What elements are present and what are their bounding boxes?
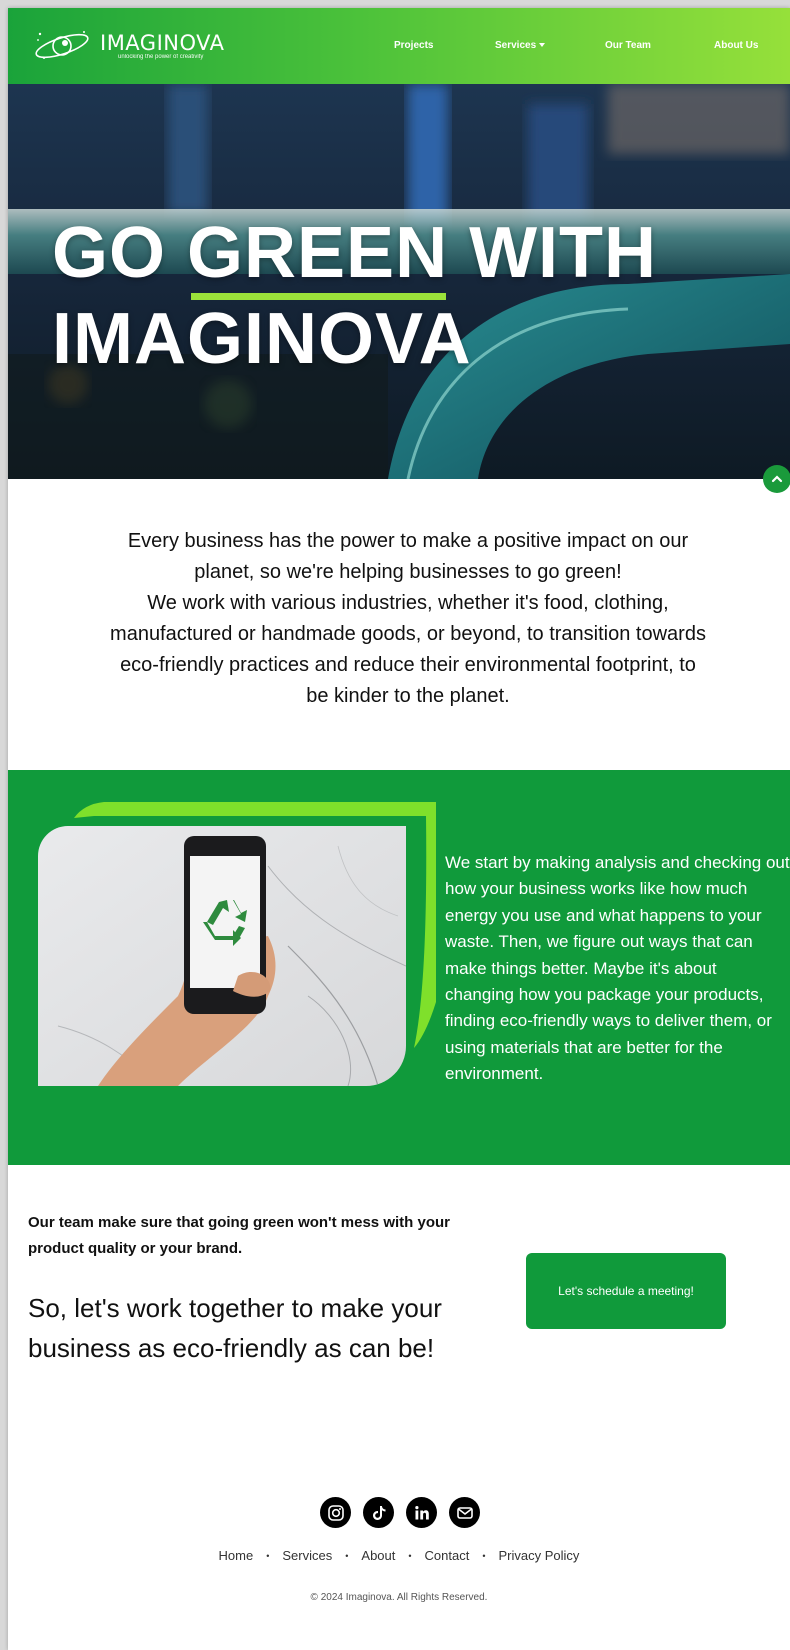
- hero-title-go: GO: [52, 213, 188, 293]
- logo[interactable]: IMAGINOVA unlocking the power of creativ…: [32, 26, 225, 66]
- footer-link-home[interactable]: Home: [219, 1548, 254, 1563]
- footer-separator: •: [482, 1550, 486, 1561]
- instagram-icon[interactable]: [320, 1497, 351, 1528]
- site-header: IMAGINOVA unlocking the power of creativ…: [8, 8, 790, 84]
- phone-image: [38, 826, 406, 1086]
- hero-title-imaginova: IMAGINOVA: [52, 299, 472, 379]
- logo-tagline: unlocking the power of creativity: [118, 54, 204, 60]
- intro-paragraph-2: We work with various industries, whether…: [110, 592, 706, 707]
- process-section: We start by making analysis and checking…: [8, 770, 790, 1165]
- logo-name: IMAGINOVA: [100, 31, 225, 55]
- nav-projects[interactable]: Projects: [394, 40, 433, 51]
- tiktok-icon[interactable]: [363, 1497, 394, 1528]
- intro-paragraph-1: Every business has the power to make a p…: [127, 530, 689, 583]
- hero-title-green: GREEN: [187, 210, 448, 300]
- nav-about-us[interactable]: About Us: [714, 40, 758, 51]
- scroll-to-top-button[interactable]: [763, 465, 790, 493]
- footer-link-contact[interactable]: Contact: [425, 1548, 470, 1563]
- footer-separator: •: [345, 1550, 349, 1561]
- hero-title-with: WITH: [448, 213, 658, 293]
- chevron-down-icon: [539, 43, 546, 48]
- page: IMAGINOVA unlocking the power of creativ…: [8, 8, 790, 1650]
- schedule-meeting-button[interactable]: Let's schedule a meeting!: [526, 1253, 726, 1329]
- hero-title: GO GREEN WITH IMAGINOVA: [52, 210, 657, 382]
- footer-nav: Home • Services • About • Contact • Priv…: [8, 1548, 790, 1563]
- footer-link-privacy-policy[interactable]: Privacy Policy: [499, 1548, 580, 1563]
- recycle-phone-photo: [38, 826, 406, 1086]
- logo-text: IMAGINOVA unlocking the power of creativ…: [100, 32, 225, 60]
- chevron-up-icon: [771, 475, 783, 483]
- nav-services[interactable]: Services: [495, 40, 546, 51]
- copyright: © 2024 Imaginova. All Rights Reserved.: [310, 1592, 488, 1603]
- nav-our-team[interactable]: Our Team: [605, 40, 651, 51]
- social-links: [320, 1497, 480, 1528]
- footer-separator: •: [408, 1550, 412, 1561]
- quality-statement: Our team make sure that going green won'…: [28, 1214, 450, 1257]
- hero-section: GO GREEN WITH IMAGINOVA: [8, 84, 790, 479]
- nav-services-label: Services: [495, 40, 537, 51]
- process-description: We start by making analysis and checking…: [445, 853, 790, 1084]
- footer-separator: •: [266, 1550, 270, 1561]
- planet-logo-icon: [35, 31, 89, 59]
- cta-heading: So, let's work together to make your bus…: [28, 1293, 442, 1363]
- intro-text: Every business has the power to make a p…: [108, 526, 708, 712]
- footer-link-about[interactable]: About: [361, 1548, 395, 1563]
- linkedin-icon[interactable]: [406, 1497, 437, 1528]
- footer-link-services[interactable]: Services: [282, 1548, 332, 1563]
- email-icon[interactable]: [449, 1497, 480, 1528]
